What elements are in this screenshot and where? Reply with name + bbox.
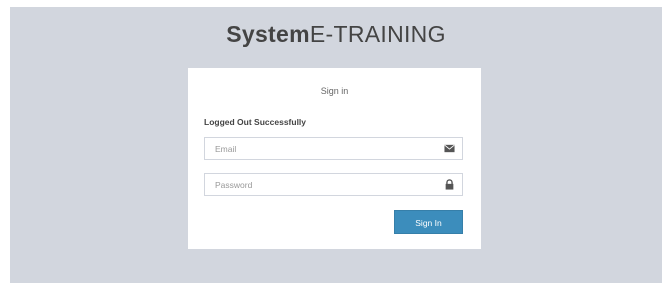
envelope-icon: [444, 144, 455, 153]
login-box-title: Sign in: [320, 86, 349, 96]
status-message: Logged Out Successfully: [204, 117, 307, 127]
logo-light-text: E-TRAINING: [309, 21, 446, 47]
email-field[interactable]: [205, 138, 445, 159]
password-field-wrapper: [204, 173, 463, 196]
logo-bold-text: System: [226, 21, 310, 47]
login-page: SystemE-TRAINING Sign in Logged Out Succ…: [10, 7, 662, 283]
login-box: Sign in Logged Out Successfully Sign In: [188, 68, 481, 249]
sign-in-button[interactable]: Sign In: [394, 210, 463, 234]
lock-icon: [445, 179, 454, 190]
app-logo: SystemE-TRAINING: [10, 21, 662, 48]
email-field-wrapper: [204, 137, 463, 160]
password-field[interactable]: [205, 174, 445, 195]
